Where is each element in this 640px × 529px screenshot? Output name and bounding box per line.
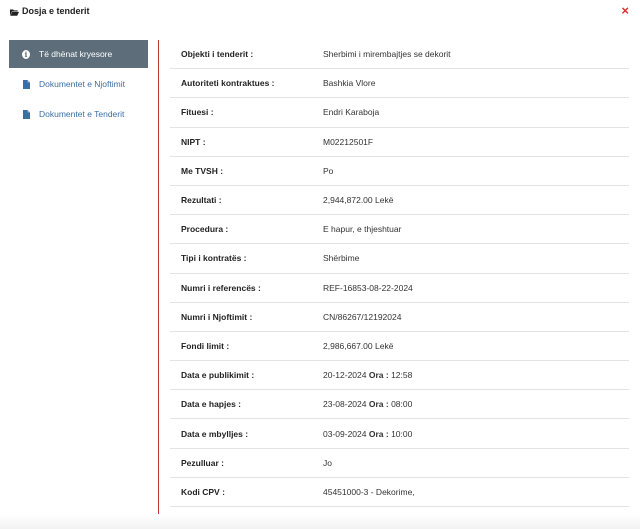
date-value: 23-08-2024	[323, 399, 367, 410]
detail-row-pezulluar: Pezulluar : Jo	[170, 449, 629, 478]
detail-label: Data e mbylljes :	[181, 428, 249, 439]
detail-row-tipi: Tipi i kontratës : Shërbime	[170, 244, 629, 274]
sidebar-item-dokumentet-e-tenderit[interactable]: Dokumentet e Tenderit	[9, 100, 148, 128]
date-value: 20-12-2024	[323, 370, 367, 381]
detail-label: Fituesi :	[181, 107, 214, 118]
modal-title-text: Dosja e tenderit	[22, 6, 90, 16]
detail-row-procedura: Procedura : E hapur, e thjeshtuar	[170, 215, 629, 245]
modal-title: Dosja e tenderit	[10, 6, 90, 16]
detail-row-objekti: Objekti i tenderit : Sherbimi i mirembaj…	[170, 40, 629, 70]
detail-value: E hapur, e thjeshtuar	[323, 224, 402, 235]
detail-label: Autoriteti kontraktues :	[181, 78, 275, 89]
time-value: 08:00	[391, 399, 413, 410]
detail-label: Kodi CPV :	[181, 486, 225, 497]
detail-label: Data e publikimit :	[181, 370, 255, 381]
detail-row-numri-njoftimit: Numri i Njoftimit : CN/86267/12192024	[170, 303, 629, 332]
detail-value: REF-16853-08-22-2024	[323, 282, 413, 293]
sidebar-item-label: Të dhënat kryesore	[39, 49, 113, 59]
detail-row-data-publikimit: Data e publikimit : 20-12-2024 Ora : 12:…	[170, 361, 629, 391]
detail-row-autoriteti: Autoriteti kontraktues : Bashkia Vlore	[170, 69, 629, 99]
vertical-divider	[158, 40, 159, 522]
time-label: Ora :	[368, 428, 392, 439]
folder-open-icon	[10, 8, 19, 16]
time-value: 12:58	[391, 370, 413, 381]
detail-label: Numri i referencës :	[181, 282, 261, 293]
time-label: Ora :	[368, 399, 392, 410]
sidebar-item-dokumentet-e-njoftimit[interactable]: Dokumentet e Njoftimit	[9, 70, 148, 98]
time-value: 10:00	[391, 428, 413, 439]
detail-value: 20-12-2024 Ora : 12:58	[323, 370, 629, 380]
detail-value: M02212501F	[323, 136, 374, 147]
file-icon	[22, 79, 30, 89]
modal-header: Dosja e tenderit ×	[0, 0, 640, 26]
detail-label: Procedura :	[181, 224, 229, 235]
detail-row-data-hapjes: Data e hapjes : 23-08-2024 Ora : 08:00	[170, 390, 629, 420]
detail-row-numri-references: Numri i referencës : REF-16853-08-22-202…	[170, 274, 629, 303]
time-label: Ora :	[368, 370, 392, 381]
modal-bottom-edge	[0, 514, 640, 529]
sidebar-nav: i Të dhënat kryesore Dokumentet e Njofti…	[9, 40, 148, 130]
sidebar-item-te-dhenat-kryesore[interactable]: i Të dhënat kryesore	[9, 40, 148, 68]
detail-value: 23-08-2024 Ora : 08:00	[323, 399, 629, 409]
detail-row-kodi-cpv: Kodi CPV : 45451000-3 - Dekorime,	[170, 478, 629, 507]
detail-row-rezultati: Rezultati : 2,944,872.00 Lekë	[170, 186, 629, 216]
detail-label: Numri i Njoftimit :	[181, 311, 253, 322]
detail-value: 2,944,872.00 Lekë	[323, 195, 394, 206]
detail-label: Fondi limit :	[181, 340, 230, 351]
detail-row-fituesi: Fituesi : Endri Karaboja	[170, 98, 629, 128]
close-icon[interactable]: ×	[621, 4, 629, 17]
sidebar-item-label: Dokumentet e Njoftimit	[39, 79, 125, 89]
detail-value: 03-09-2024 Ora : 10:00	[323, 429, 629, 439]
date-value: 03-09-2024	[323, 428, 367, 439]
detail-label: NIPT :	[181, 136, 206, 147]
detail-value: Bashkia Vlore	[323, 78, 376, 89]
detail-value: Shërbime	[323, 253, 360, 264]
detail-row-me-tvsh: Me TVSH : Po	[170, 157, 629, 186]
detail-value: 2,986,667.00 Lekë	[323, 340, 394, 351]
info-circle-icon: i	[22, 49, 30, 59]
detail-row-fondi-limit: Fondi limit : 2,986,667.00 Lekë	[170, 332, 629, 362]
detail-value: Jo	[323, 457, 332, 468]
detail-row-nipt: NIPT : M02212501F	[170, 128, 629, 157]
detail-label: Rezultati :	[181, 195, 222, 206]
detail-value: CN/86267/12192024	[323, 311, 402, 322]
detail-value: 45451000-3 - Dekorime,	[323, 486, 415, 497]
detail-value: Po	[323, 165, 334, 176]
file-icon	[22, 109, 30, 119]
sidebar-item-label: Dokumentet e Tenderit	[39, 109, 125, 119]
detail-label: Data e hapjes :	[181, 399, 241, 410]
detail-label: Tipi i kontratës :	[181, 253, 247, 264]
detail-row-data-mbylljes: Data e mbylljes : 03-09-2024 Ora : 10:00	[170, 419, 629, 449]
detail-label: Pezulluar :	[181, 457, 224, 468]
tender-details-table: Objekti i tenderit : Sherbimi i mirembaj…	[170, 40, 629, 507]
detail-label: Me TVSH :	[181, 165, 224, 176]
detail-value: Endri Karaboja	[323, 107, 380, 118]
detail-label: Objekti i tenderit :	[181, 49, 254, 60]
detail-value: Sherbimi i mirembajtjes se dekorit	[323, 49, 451, 60]
